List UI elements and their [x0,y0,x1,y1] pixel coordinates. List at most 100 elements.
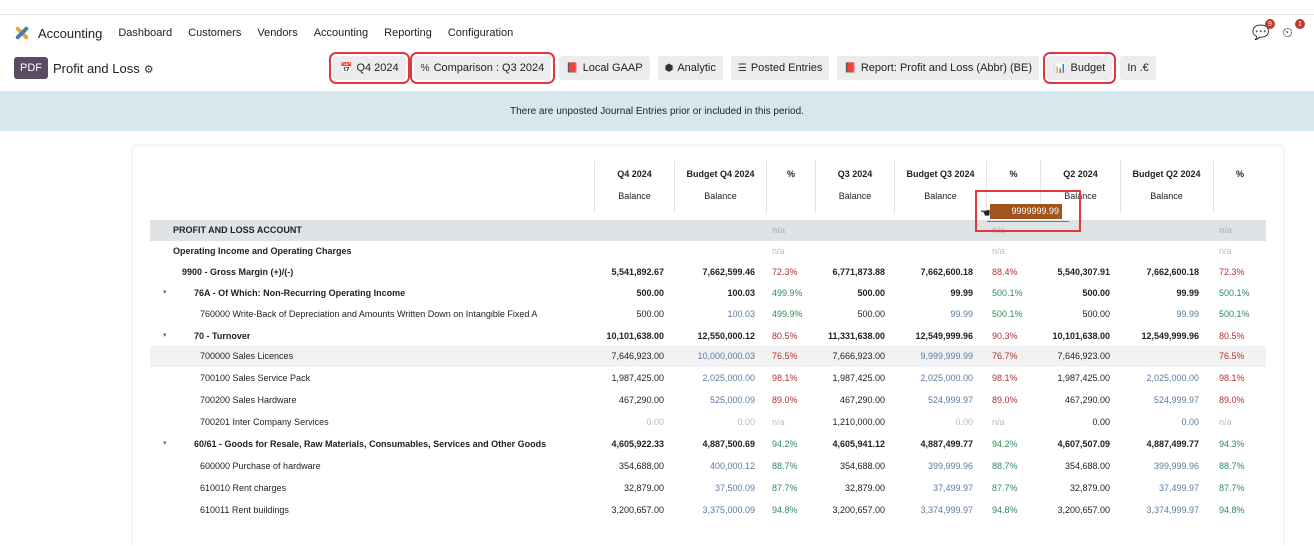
table-row[interactable]: 760000 Write-Back of Depreciation and Am… [150,304,1266,325]
app-name[interactable]: Accounting [38,26,102,41]
nav-configuration[interactable]: Configuration [448,27,513,39]
table-row[interactable]: PROFIT AND LOSS ACCOUNT n/a n/a n/a [150,220,1266,241]
caret-down-icon[interactable]: ▾ [163,331,167,339]
balance-cell: 500.00 [636,288,664,298]
percent-cell: 88.4% [992,267,1018,277]
caret-down-icon[interactable]: ▾ [163,439,167,447]
percent-cell: 500.1% [992,309,1023,319]
table-row[interactable]: 700100 Sales Service Pack 1,987,425.00 2,0… [150,368,1266,389]
balance-cell: 467,290.00 [839,395,885,405]
column-header[interactable]: Q4 2024 Balance [594,161,674,213]
nav-accounting[interactable]: Accounting [314,27,368,39]
table-row[interactable]: ▾ 76A - Of Which: Non-Recurring Operating… [150,283,1266,304]
budget-cell[interactable]: 3,374,999.97 [920,505,973,515]
column-header[interactable]: Q3 2024 Balance [815,161,894,213]
filter-3[interactable]: ⬢ Analytic [657,56,723,80]
budget-cell[interactable]: 99.99 [1176,288,1199,298]
budget-cell[interactable]: 0.00 [737,417,755,427]
column-header[interactable]: Budget Q2 2024 Balance [1120,161,1212,213]
filter-5[interactable]: 📕 Report: Profit and Loss (Abbr) (BE) [837,56,1040,80]
chat-icon[interactable]: 💬 9 [1252,19,1275,40]
caret-down-icon[interactable]: ▾ [163,288,167,296]
table-row[interactable]: ▾ 70 - Turnover 10,101,638.00 12,550,000.12… [150,326,1266,347]
table-row[interactable]: 700201 Inter Company Services 0.00 0.00 n/a… [150,412,1266,433]
gear-icon[interactable]: ⚙ [144,64,154,76]
table-row[interactable]: 9900 - Gross Margin (+)/(-) 5,541,892.67 7… [150,262,1266,283]
nav-reporting[interactable]: Reporting [384,27,432,39]
filter-label: Q4 2024 [356,62,399,74]
budget-cell[interactable]: 10,000,000.03 [697,351,755,361]
budget-cell[interactable]: 12,550,000.12 [697,331,755,341]
budget-cell[interactable]: 524,999.97 [928,395,973,405]
budget-cell[interactable]: 3,375,000.09 [702,505,755,515]
row-label: 700100 Sales Service Pack [200,373,311,383]
budget-cell[interactable]: 4,887,500.69 [702,439,755,449]
banner-suffix: prior or included in this period. [670,105,804,117]
budget-cell[interactable]: 2,025,000.00 [1146,373,1199,383]
budget-cell[interactable]: 100.03 [727,288,755,298]
row-label: 760000 Write-Back of Depreciation and Am… [200,309,538,319]
activity-clock-icon[interactable]: ⏲ 1 [1282,19,1305,40]
table-row[interactable]: Operating Income and Operating Charges n/… [150,241,1266,262]
column-header[interactable]: % [1213,161,1266,213]
budget-cell[interactable]: 9,999,999.99 [920,351,973,361]
sliders-icon: ☰ [737,62,747,74]
budget-cell[interactable]: 0.00 [955,417,973,427]
row-label: PROFIT AND LOSS ACCOUNT [173,225,302,235]
budget-cell[interactable]: 99.99 [1176,309,1199,319]
budget-cell[interactable]: 524,999.97 [1154,395,1199,405]
budget-cell[interactable]: 12,549,999.96 [915,331,973,341]
budget-cell[interactable]: 400,000.12 [710,461,755,471]
budget-cell[interactable]: 525,000.09 [710,395,755,405]
filter-0[interactable]: 📅 Q4 2024 [329,52,410,84]
nav-customers[interactable]: Customers [188,27,241,39]
budget-edit-input[interactable]: 9999999.99 [990,204,1062,219]
pdf-button[interactable]: PDF [14,57,48,79]
budget-cell[interactable]: 37,499.97 [933,483,973,493]
budget-cell[interactable]: 2,025,000.00 [920,373,973,383]
column-header[interactable]: % [766,161,815,213]
budget-cell[interactable]: 99.99 [950,288,973,298]
budget-cell[interactable]: 3,374,999.97 [1146,505,1199,515]
filter-4[interactable]: ☰ Posted Entries [730,56,830,80]
budget-cell[interactable]: 0.00 [1181,417,1199,427]
column-title: Q4 2024 [617,169,652,179]
budget-cell[interactable]: 7,662,600.18 [1146,267,1199,277]
budget-cell[interactable]: 4,887,499.77 [920,439,973,449]
filter-1[interactable]: % Comparison : Q3 2024 [409,52,556,84]
budget-cell[interactable]: 99.99 [950,309,973,319]
budget-cell[interactable]: 12,549,999.96 [1141,331,1199,341]
filter-7[interactable]: In .€ [1120,56,1156,80]
banner-link[interactable]: unposted Journal Entries [556,106,667,117]
column-header[interactable]: Budget Q4 2024 Balance [674,161,766,213]
budget-cell[interactable]: 2,025,000.00 [702,373,755,383]
table-row[interactable]: 610011 Rent buildings 3,200,657.00 3,375,0… [150,500,1266,521]
balance-cell: 7,646,923.00 [1057,351,1110,361]
table-row[interactable]: ▾ 60/61 - Goods for Resale, Raw Materials… [150,434,1266,455]
table-row[interactable]: 700000 Sales Licences 7,646,923.00 10,000,… [150,346,1266,367]
budget-cell[interactable]: 37,499.97 [1159,483,1199,493]
filter-6[interactable]: 📊 Budget [1043,52,1117,84]
balance-cell: 11,331,638.00 [827,331,885,341]
filter-2[interactable]: 📕 Local GAAP [559,56,650,80]
percent-cell: 89.0% [992,395,1018,405]
accounting-logo-icon[interactable] [14,25,30,41]
budget-cell[interactable]: 7,662,600.18 [920,267,973,277]
balance-cell: 467,290.00 [618,395,664,405]
budget-cell[interactable]: 4,887,499.77 [1146,439,1199,449]
budget-cell[interactable]: 399,999.96 [1154,461,1199,471]
table-row[interactable]: 700200 Sales Hardware 467,290.00 525,000.0… [150,390,1266,411]
nav-dashboard[interactable]: Dashboard [118,27,172,39]
budget-cell[interactable]: 399,999.96 [928,461,973,471]
column-header[interactable]: Budget Q3 2024 Balance [894,161,986,213]
balance-cell: 32,879.00 [1069,483,1110,493]
table-row[interactable]: 600000 Purchase of hardware 354,688.00 400… [150,456,1266,477]
budget-cell[interactable]: 100.03 [727,309,755,319]
hand-cursor-icon: ☚ [980,206,991,220]
nav-vendors[interactable]: Vendors [257,27,297,39]
table-row[interactable]: 610010 Rent charges 32,879.00 37,500.09 87.… [150,478,1266,499]
budget-cell[interactable]: 7,662,599.46 [702,267,755,277]
percent-cell: 499.9% [772,309,803,319]
top-navbar: Accounting Dashboard Customers Vendors A… [0,15,1314,51]
budget-cell[interactable]: 37,500.09 [715,483,755,493]
